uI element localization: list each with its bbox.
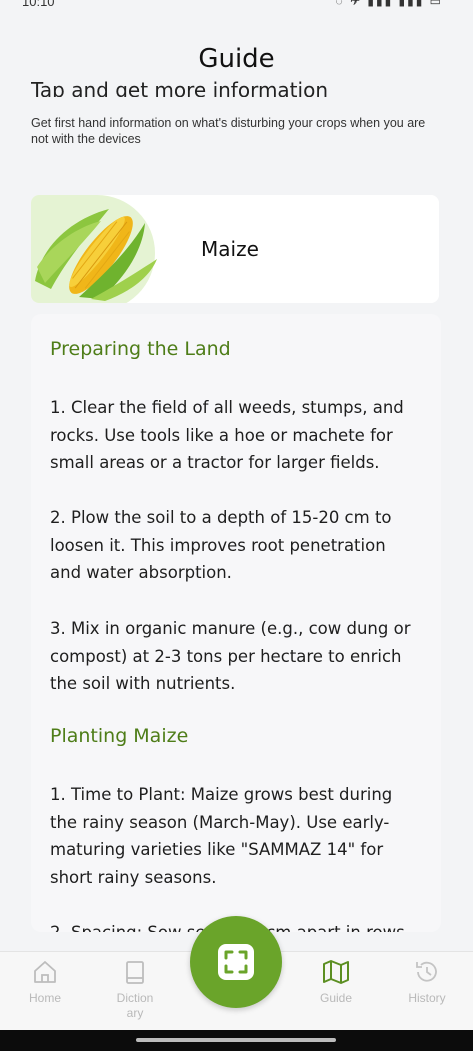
guide-content-card[interactable]: Preparing the Land 1. Clear the field of… [31, 314, 441, 932]
home-icon [34, 961, 56, 983]
crop-name: Maize [201, 237, 259, 261]
section-title-preparing-land: Preparing the Land [50, 338, 231, 360]
crop-card-maize[interactable]: Maize [31, 195, 439, 303]
history-icon [416, 961, 437, 982]
corn-icon [35, 209, 157, 301]
nav-item-home[interactable]: Home [5, 958, 85, 1006]
home-indicator[interactable] [136, 1038, 336, 1042]
nav-item-dictionary[interactable]: Diction ary [95, 958, 175, 1021]
section-title-planting-maize: Planting Maize [50, 725, 189, 747]
nav-label-guide: Guide [319, 991, 353, 1005]
nav-item-guide[interactable]: Guide [296, 958, 376, 1006]
intro-heading: Tap and get more information [31, 73, 451, 97]
nav-label-dictionary: Diction ary [116, 991, 154, 1020]
guide-paragraph: 2. Plow the soil to a depth of 15-20 cm … [50, 508, 392, 582]
scan-icon [218, 944, 254, 980]
intro-subtitle: Get first hand information on what's dis… [31, 116, 426, 146]
guide-paragraph: 3. Mix in organic manure (e.g., cow dung… [50, 619, 411, 693]
nav-label-history: History [408, 991, 446, 1005]
guide-paragraph: 1. Time to Plant: Maize grows best durin… [50, 785, 393, 887]
nav-label-home: Home [28, 991, 61, 1005]
status-time: 10:10 [22, 0, 55, 9]
scan-button[interactable] [190, 916, 282, 1008]
intro-heading-text: Tap and get more information [31, 78, 328, 97]
status-bar: 10:10 ◌ ✈ ▮▮▮ ▮▮▮ ▭ [0, 0, 473, 14]
status-icons: ◌ ✈ ▮▮▮ ▮▮▮ ▭ [335, 0, 443, 8]
guide-paragraph: 1. Clear the field of all weeds, stumps,… [50, 398, 404, 472]
page-title: Guide [198, 44, 275, 74]
nav-item-history[interactable]: History [387, 958, 467, 1006]
system-gesture-bar [0, 1030, 473, 1051]
book-icon [126, 961, 144, 984]
map-icon [323, 960, 349, 984]
